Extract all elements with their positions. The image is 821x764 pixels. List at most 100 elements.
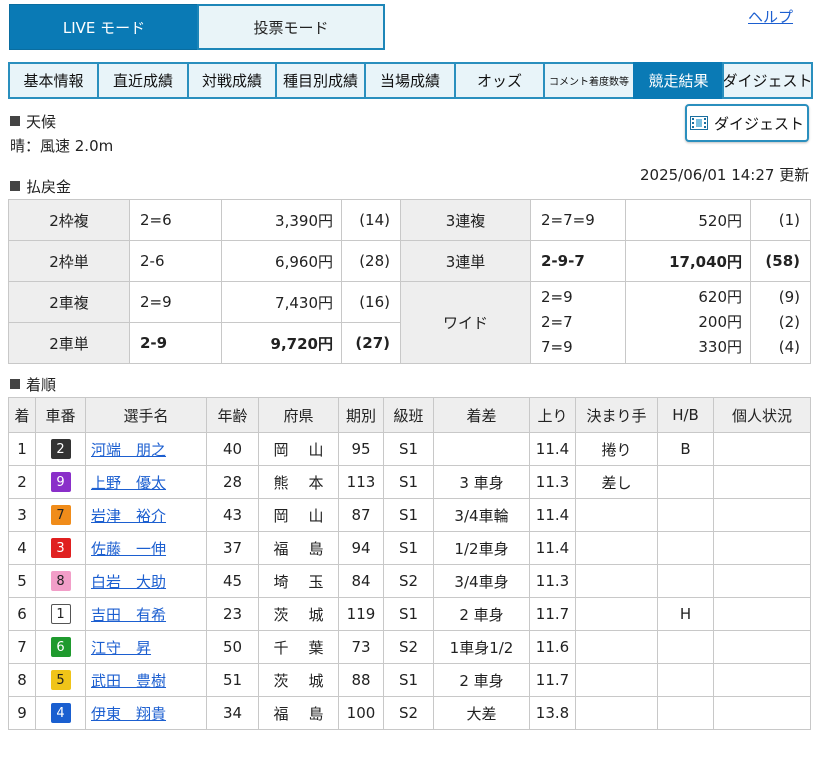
wide-amount: 620円 <box>698 288 742 306</box>
cell-status <box>713 630 811 664</box>
tab-vote-mode[interactable]: 投票モード <box>197 4 385 50</box>
cell-term: 88 <box>338 663 384 697</box>
cell-kimarite <box>575 663 658 697</box>
racer-name-link[interactable]: 伊東 翔貴 <box>91 705 166 723</box>
cell-pref: 茨城 <box>258 597 339 631</box>
cell-term: 94 <box>338 531 384 565</box>
cell-car: 3 <box>35 531 86 565</box>
col-header-term: 期別 <box>338 397 384 433</box>
cell-pref: 千葉 <box>258 630 339 664</box>
cell-pref: 岡山 <box>258 432 339 466</box>
weather-text: 晴：風速 2.0m <box>10 137 114 155</box>
wide-popularity: (4) <box>778 338 800 356</box>
cell-name: 江守 昇 <box>85 630 207 664</box>
cell-name: 伊東 翔貴 <box>85 696 207 730</box>
results-body: 1 2 河端 朋之 40 岡山 95 S1 11.4 捲り B 2 9 上野 優太 28 熊本 113 S1 3 … <box>8 432 811 730</box>
tab-recent-results[interactable]: 直近成績 <box>97 62 189 99</box>
results-heading: 着順 <box>10 374 56 395</box>
car-number-badge: 2 <box>50 439 71 459</box>
cell-term: 87 <box>338 498 384 532</box>
cell-rank: 7 <box>8 630 36 664</box>
col-header-class: 級班 <box>383 397 434 433</box>
cell-status <box>713 696 811 730</box>
tab-event-results[interactable]: 種目別成績 <box>275 62 366 99</box>
cell-rank: 3 <box>8 498 36 532</box>
racer-name-link[interactable]: 武田 豊樹 <box>91 672 166 690</box>
cell-rank: 4 <box>8 531 36 565</box>
cell-hb <box>657 663 714 697</box>
cell-car: 2 <box>35 432 86 466</box>
payout-amount: 17,040円 <box>625 240 751 282</box>
cell-kimarite <box>575 564 658 598</box>
digest-button[interactable]: ダイジェスト <box>685 104 809 142</box>
payout-popularity: (16) <box>341 281 401 323</box>
help-link[interactable]: ヘルプ <box>748 6 793 27</box>
tab-venue-results[interactable]: 当場成績 <box>364 62 456 99</box>
wide-combos: 2=9 2=7 7=9 <box>530 281 626 364</box>
payout-label: 3連複 <box>400 199 531 241</box>
racer-name-link[interactable]: 河端 朋之 <box>91 441 166 459</box>
digest-button-label: ダイジェスト <box>713 114 804 133</box>
payout-label: 2枠単 <box>8 240 130 282</box>
cell-margin: 大差 <box>433 696 530 730</box>
cell-class: S1 <box>383 465 434 499</box>
tab-digest[interactable]: ダイジェスト <box>722 62 813 99</box>
cell-name: 白岩 大助 <box>85 564 207 598</box>
cell-age: 43 <box>206 498 259 532</box>
col-header-last: 上り <box>529 397 576 433</box>
racer-name-link[interactable]: 吉田 有希 <box>91 606 166 624</box>
tab-head-to-head[interactable]: 対戦成績 <box>187 62 277 99</box>
prefecture-text: 福島 <box>273 539 344 558</box>
racer-name-link[interactable]: 江守 昇 <box>91 639 151 657</box>
cell-class: S1 <box>383 597 434 631</box>
update-timestamp: 2025/06/01 14:27 更新 <box>640 166 810 184</box>
cell-margin <box>433 432 530 466</box>
racer-name-link[interactable]: 岩津 裕介 <box>91 507 166 525</box>
cell-margin: 2 車身 <box>433 597 530 631</box>
square-bullet-icon <box>10 116 20 126</box>
payout-table: 2枠複 2=6 3,390円 (14) 3連複 2=7=9 520円 (1) 2… <box>8 199 811 364</box>
cell-kimarite: 差し <box>575 465 658 499</box>
payout-combo: 2=6 <box>129 199 222 241</box>
payout-row: 2枠複 2=6 3,390円 (14) 3連複 2=7=9 520円 (1) <box>8 199 811 241</box>
wide-combo: 7=9 <box>541 338 573 356</box>
results-table: 着 車番 選手名 年齢 府県 期別 級班 着差 上り 決まり手 H/B 個人状況… <box>8 397 811 730</box>
cell-term: 95 <box>338 432 384 466</box>
payout-popularity: (1) <box>750 199 811 241</box>
racer-name-link[interactable]: 白岩 大助 <box>91 573 166 591</box>
tab-live-mode[interactable]: LIVE モード <box>9 4 199 50</box>
tab-comments[interactable]: コメント着度数等 <box>543 62 635 99</box>
cell-age: 23 <box>206 597 259 631</box>
prefecture-text: 福島 <box>273 704 344 723</box>
table-row: 4 3 佐藤 一伸 37 福島 94 S1 1/2車身 11.4 <box>8 531 811 565</box>
payout-combo: 2-9-7 <box>530 240 626 282</box>
wide-popularity: (9) <box>778 288 800 306</box>
cell-kimarite <box>575 531 658 565</box>
payout-popularity: (58) <box>750 240 811 282</box>
table-row: 1 2 河端 朋之 40 岡山 95 S1 11.4 捲り B <box>8 432 811 466</box>
cell-status <box>713 597 811 631</box>
cell-age: 37 <box>206 531 259 565</box>
payout-popularity: (14) <box>341 199 401 241</box>
cell-term: 84 <box>338 564 384 598</box>
prefecture-text: 岡山 <box>273 440 344 459</box>
racer-name-link[interactable]: 上野 優太 <box>91 474 166 492</box>
cell-age: 40 <box>206 432 259 466</box>
cell-name: 岩津 裕介 <box>85 498 207 532</box>
col-header-age: 年齢 <box>206 397 259 433</box>
cell-term: 113 <box>338 465 384 499</box>
payout-amount: 3,390円 <box>221 199 342 241</box>
tab-race-result[interactable]: 競走結果 <box>633 62 724 99</box>
tab-odds[interactable]: オッズ <box>454 62 545 99</box>
cell-hb <box>657 564 714 598</box>
cell-status <box>713 663 811 697</box>
cell-car: 1 <box>35 597 86 631</box>
tab-basic-info[interactable]: 基本情報 <box>8 62 99 99</box>
racer-name-link[interactable]: 佐藤 一伸 <box>91 540 166 558</box>
payout-amount: 9,720円 <box>221 322 342 364</box>
wide-popularities: (9) (2) (4) <box>750 281 811 364</box>
cell-class: S1 <box>383 531 434 565</box>
cell-hb <box>657 498 714 532</box>
payout-row: 2枠単 2-6 6,960円 (28) 3連単 2-9-7 17,040円 (5… <box>8 240 811 282</box>
cell-last: 11.6 <box>529 630 576 664</box>
